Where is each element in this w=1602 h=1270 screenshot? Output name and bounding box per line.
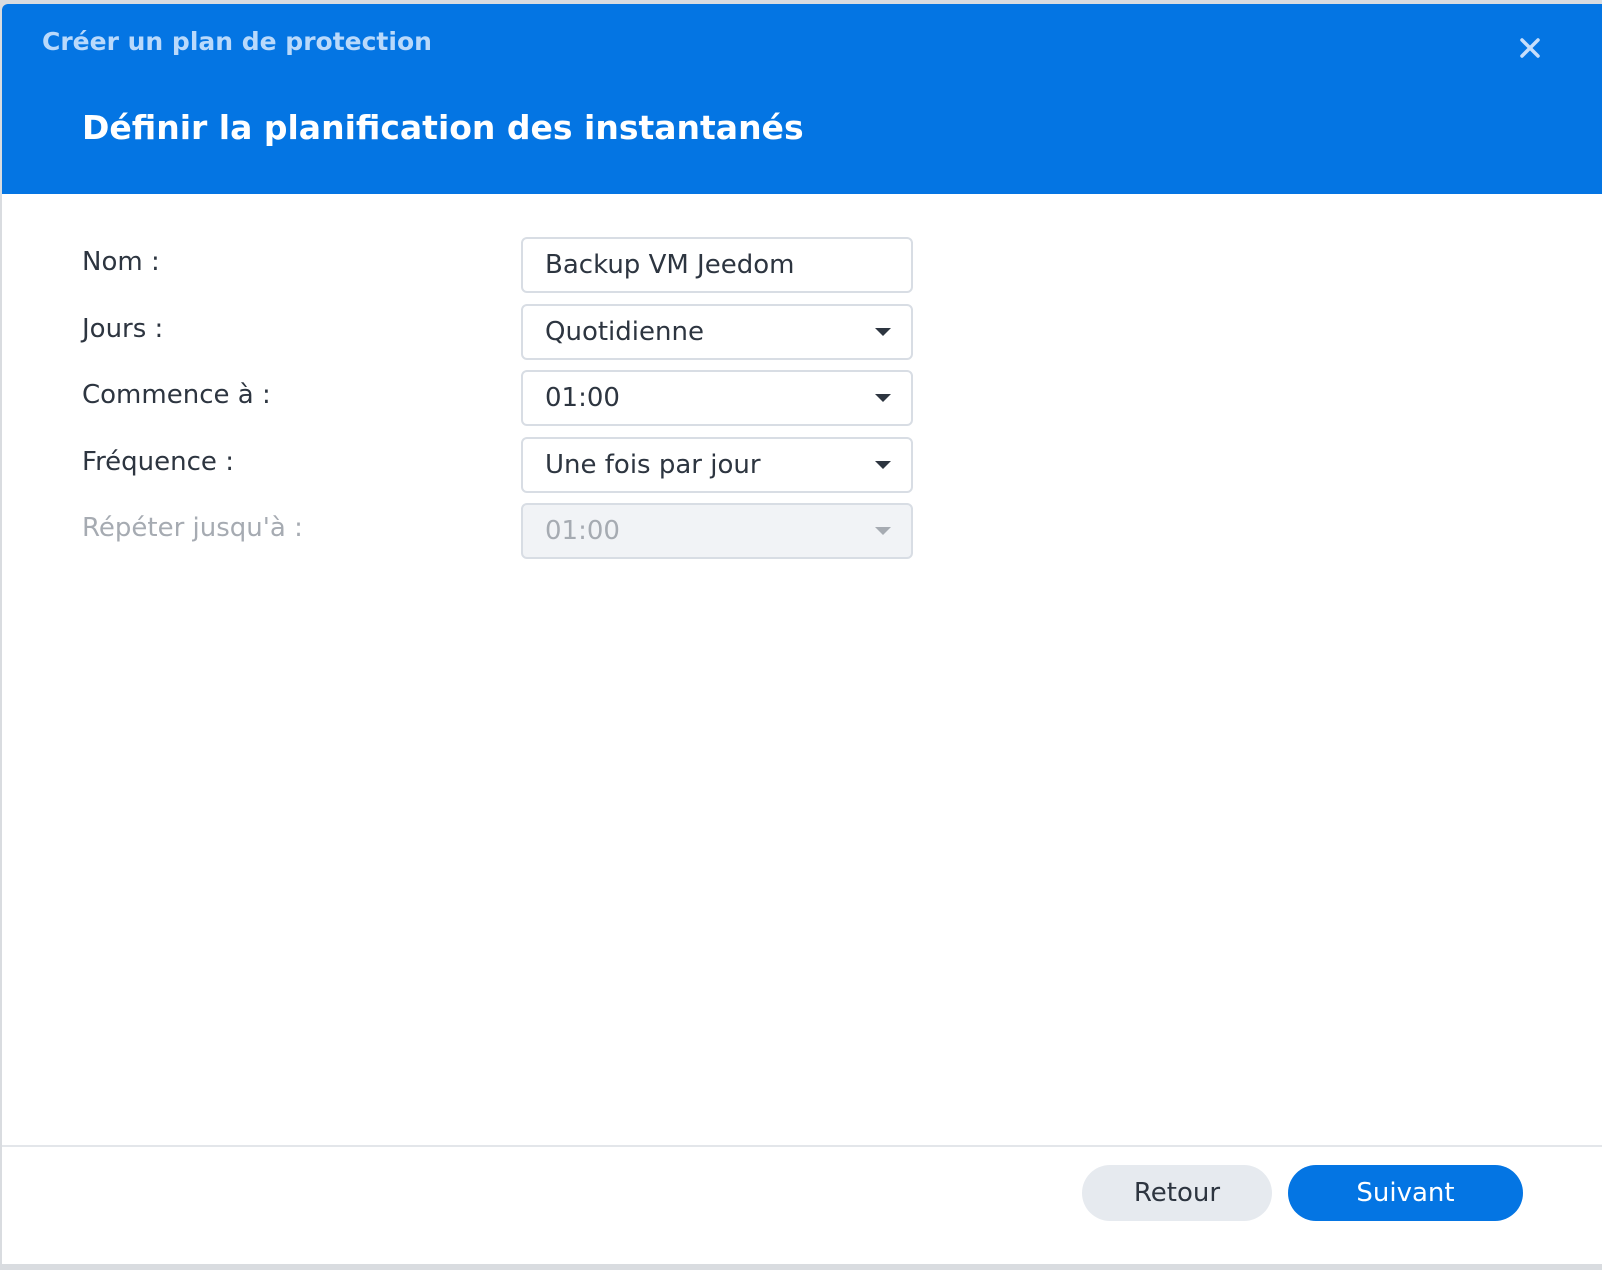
step-title: Définir la planification des instantanés [82, 108, 804, 147]
repeat-until-label: Répéter jusqu'à : [82, 513, 303, 543]
dialog-header: Créer un plan de protection Définir la p… [2, 4, 1602, 194]
chevron-down-icon [875, 394, 891, 402]
form-row-repeat-until: Répéter jusqu'à : 01:00 [2, 503, 1602, 559]
next-button[interactable]: Suivant [1288, 1165, 1523, 1221]
starts-at-select-value: 01:00 [545, 383, 620, 413]
name-input[interactable] [545, 250, 885, 280]
chevron-down-icon [875, 328, 891, 336]
form-row-name: Nom : [2, 237, 1602, 293]
days-label: Jours : [82, 314, 164, 344]
footer-divider [2, 1145, 1602, 1147]
form-row-frequency: Fréquence : Une fois par jour [2, 437, 1602, 493]
back-button[interactable]: Retour [1082, 1165, 1272, 1221]
repeat-until-select: 01:00 [521, 503, 913, 559]
name-label: Nom : [82, 247, 160, 277]
form-row-starts-at: Commence à : 01:00 [2, 370, 1602, 426]
days-select[interactable]: Quotidienne [521, 304, 913, 360]
days-select-value: Quotidienne [545, 317, 704, 347]
form-row-days: Jours : Quotidienne [2, 304, 1602, 360]
frequency-label: Fréquence : [82, 447, 234, 477]
starts-at-select[interactable]: 01:00 [521, 370, 913, 426]
close-button[interactable] [1515, 33, 1545, 63]
close-icon [1520, 38, 1540, 58]
name-field[interactable] [521, 237, 913, 293]
starts-at-label: Commence à : [82, 380, 271, 410]
frequency-select[interactable]: Une fois par jour [521, 437, 913, 493]
window-title: Créer un plan de protection [42, 27, 432, 56]
chevron-down-icon [875, 527, 891, 535]
chevron-down-icon [875, 461, 891, 469]
repeat-until-select-value: 01:00 [545, 516, 620, 546]
dialog-window: Créer un plan de protection Définir la p… [2, 4, 1602, 1264]
frequency-select-value: Une fois par jour [545, 450, 761, 480]
